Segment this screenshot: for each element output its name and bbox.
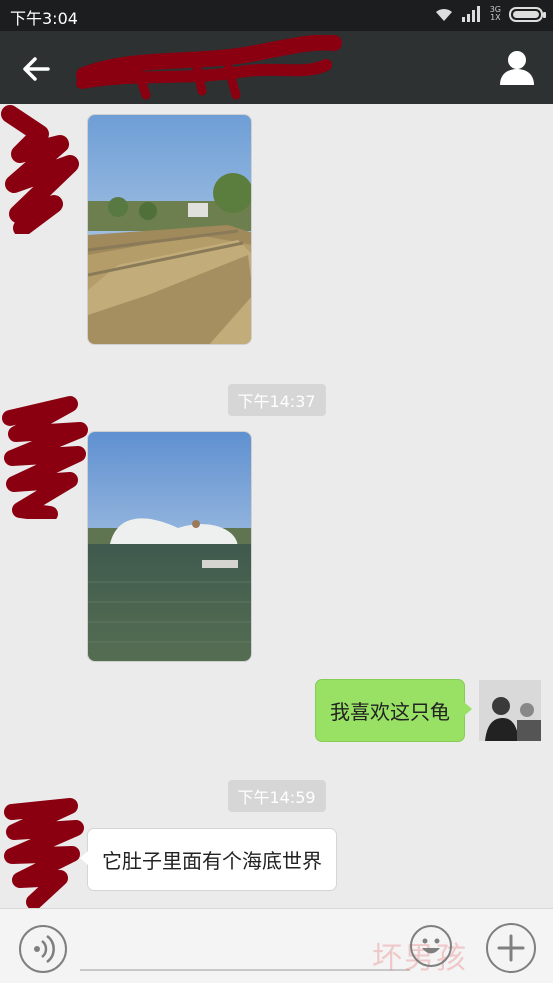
chat-area[interactable]: 下午14:37 我喜欢这只龟 下午14:59 它肚子里面有个海底世界 [0, 104, 553, 908]
status-time: 下午3:04 [10, 9, 78, 28]
image-message[interactable] [87, 114, 252, 345]
contact-info-button[interactable] [497, 47, 537, 87]
voice-icon [34, 934, 55, 964]
image-message[interactable] [87, 431, 252, 662]
emoji-button[interactable] [410, 925, 452, 967]
redacted-avatar [4, 798, 84, 908]
wifi-icon [435, 8, 452, 21]
signal-icon [461, 6, 480, 22]
arrow-left-icon [23, 57, 50, 81]
voice-button[interactable] [19, 925, 67, 973]
avatar[interactable] [479, 680, 541, 741]
message-timestamp: 下午14:59 [227, 780, 326, 812]
incoming-message[interactable]: 它肚子里面有个海底世界 [80, 828, 337, 891]
redacted-avatar [1, 105, 79, 234]
message-input[interactable] [80, 923, 410, 971]
battery-icon [509, 6, 546, 22]
input-bar: 坏男孩 [0, 908, 553, 983]
status-bar: 下午3:04 3G 1X [0, 0, 553, 31]
photo-walkway [88, 115, 251, 344]
redacted-title [76, 35, 342, 100]
title-bar [0, 31, 553, 104]
plus-icon [497, 934, 525, 962]
emoji-icon [422, 938, 440, 954]
back-button[interactable] [16, 49, 56, 89]
status-icons: 3G 1X [434, 5, 546, 22]
network-type-indicator: 3G 1X [489, 5, 501, 22]
person-icon [500, 51, 534, 85]
photo-turtle-lake [88, 432, 251, 661]
user-photo [479, 680, 541, 741]
message-timestamp: 下午14:37 [227, 384, 326, 416]
outgoing-message[interactable]: 我喜欢这只龟 [315, 679, 472, 742]
redacted-avatar [2, 396, 88, 519]
plus-button[interactable] [486, 923, 536, 973]
